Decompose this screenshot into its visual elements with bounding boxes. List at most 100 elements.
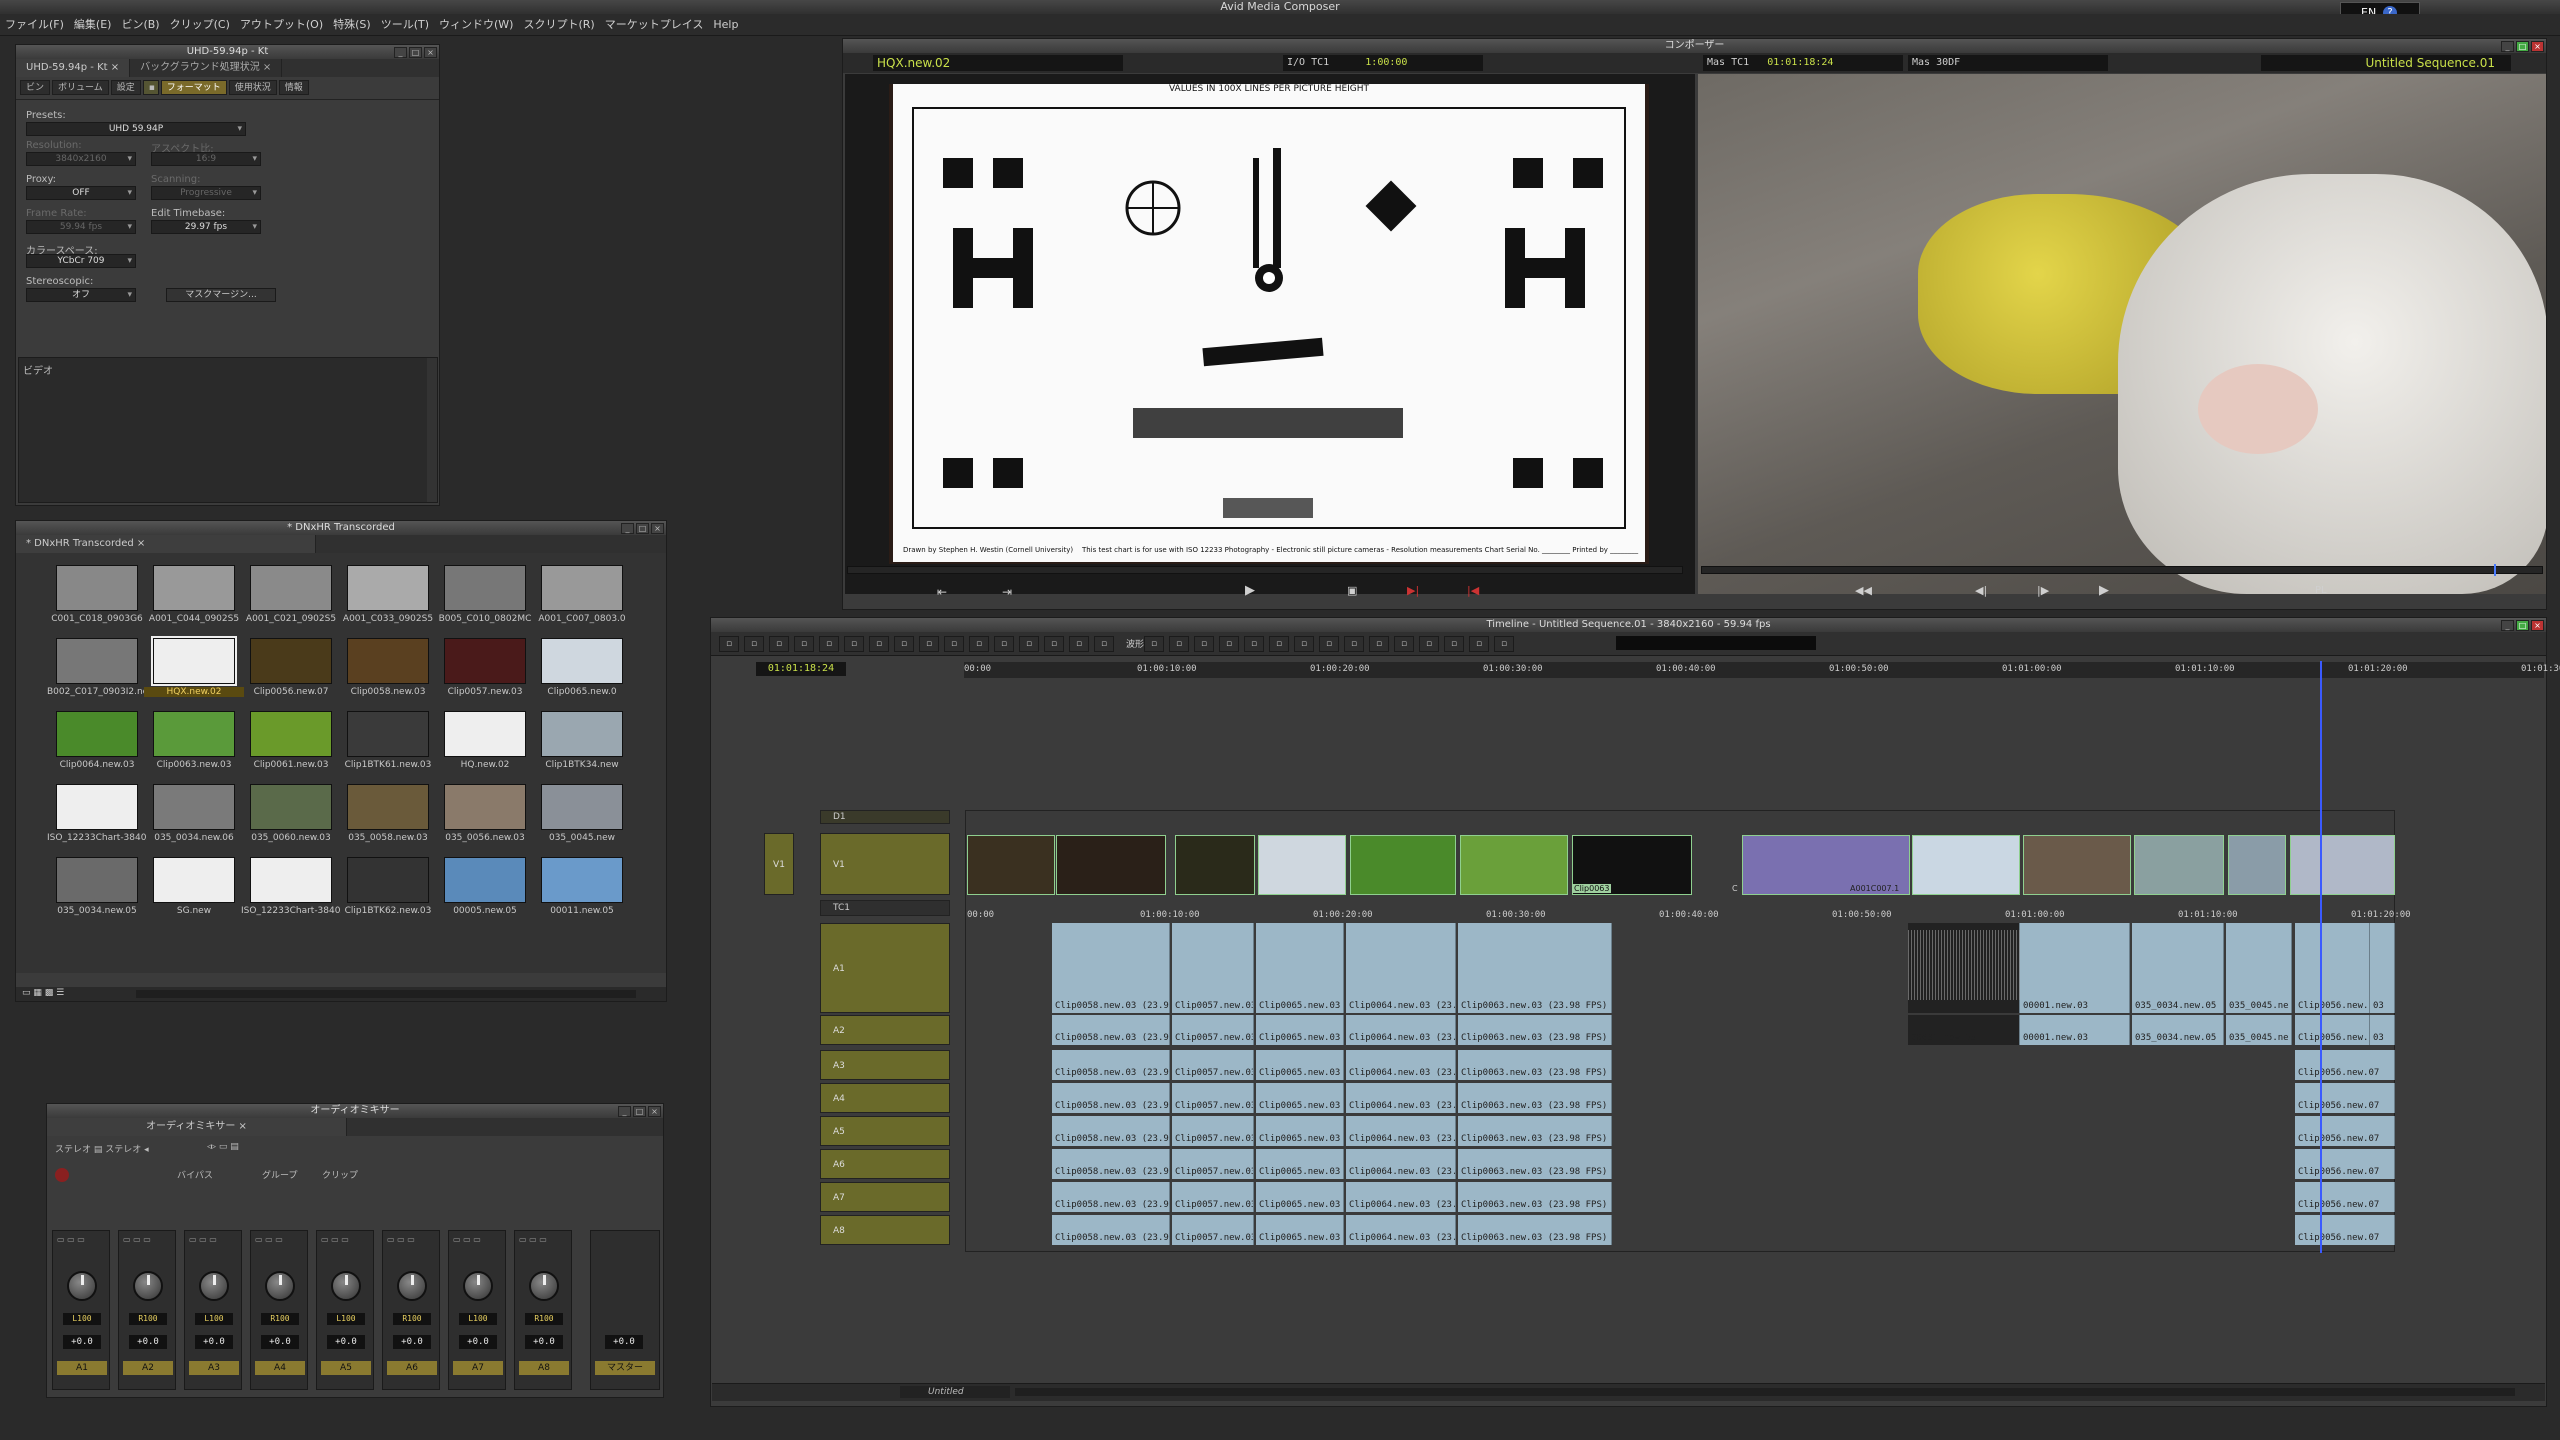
tab-project[interactable]: UHD-59.94p - Kt ×	[16, 59, 131, 77]
pan-knob[interactable]	[529, 1271, 559, 1301]
sequence-name[interactable]: Untitled Sequence.01	[2261, 55, 2511, 71]
timeline-tool-icon[interactable]: ▫	[1069, 636, 1089, 652]
bin-clip-thumbnail[interactable]	[541, 638, 623, 684]
timeline-tool-icon[interactable]: ▫	[1319, 636, 1339, 652]
audio-clip[interactable]: Clip0057.new.03	[1172, 1050, 1254, 1080]
minimize-icon[interactable]: _	[618, 1106, 631, 1117]
volume-value[interactable]: +0.0	[63, 1335, 101, 1349]
track-header-audio[interactable]: A5	[820, 1116, 950, 1146]
record-monitor[interactable]	[1698, 74, 2546, 594]
audio-clip[interactable]: Clip0065.new.03 (2	[1256, 1015, 1344, 1045]
menu-item[interactable]: 特殊(S)	[328, 14, 376, 36]
maximize-icon[interactable]: □	[409, 47, 422, 58]
timeline-tool-icon[interactable]: ▫	[1444, 636, 1464, 652]
volume-value[interactable]: +0.0	[261, 1335, 299, 1349]
track-header-audio[interactable]: A8	[820, 1215, 950, 1245]
close-icon[interactable]: ×	[651, 523, 664, 534]
menu-item[interactable]: Help	[708, 14, 743, 36]
subtab-format[interactable]: フォーマット	[160, 80, 227, 95]
audio-clip[interactable]: Clip0064.new.03 (23.98 FPS)	[1346, 1182, 1456, 1212]
timeline-current-tc[interactable]: 01:01:18:24	[756, 662, 846, 676]
audio-clip[interactable]: Clip0063.new.03 (23.98 FPS)	[1458, 923, 1612, 1013]
audio-clip[interactable]: Clip0056.new.07	[2295, 1116, 2395, 1146]
lift-icon[interactable]: |◀	[1467, 584, 1479, 597]
subtab-bin[interactable]: ビン	[20, 80, 51, 95]
audio-clip[interactable]: Clip0065.new.03 (2	[1256, 1182, 1344, 1212]
scrollbar[interactable]	[427, 358, 437, 502]
timeline-tool-icon[interactable]: ▫	[794, 636, 814, 652]
bin-clip-thumbnail[interactable]	[347, 711, 429, 757]
subtab-info[interactable]: 情報	[278, 80, 309, 95]
audio-clip[interactable]: Clip0065.new.03 (2	[1256, 1215, 1344, 1245]
v1-clip[interactable]	[2228, 835, 2286, 895]
pan-knob[interactable]	[265, 1271, 295, 1301]
bin-clip-thumbnail[interactable]	[541, 857, 623, 903]
bin-clip-thumbnail[interactable]	[347, 857, 429, 903]
volume-value[interactable]: +0.0	[327, 1335, 365, 1349]
maximize-icon[interactable]: □	[633, 1106, 646, 1117]
track-selector-v1[interactable]: V1	[764, 833, 794, 895]
record-timecode-2[interactable]: Mas 30DF	[1908, 55, 2108, 71]
track-header-tc1[interactable]: TC1	[820, 900, 950, 916]
track-header-audio[interactable]: A1	[820, 923, 950, 1013]
bin-clip-thumbnail[interactable]	[56, 638, 138, 684]
timeline-tool-icon[interactable]: ▫	[1294, 636, 1314, 652]
track-header-audio[interactable]: A6	[820, 1149, 950, 1179]
tab-mixer[interactable]: オーディオミキサー ×	[47, 1118, 347, 1136]
pan-knob[interactable]	[67, 1271, 97, 1301]
track-header-v1[interactable]: V1	[820, 833, 950, 895]
menu-item[interactable]: スクリプト(R)	[518, 14, 599, 36]
close-icon[interactable]: ×	[424, 47, 437, 58]
track-header-audio[interactable]: A7	[820, 1182, 950, 1212]
proxy-dropdown[interactable]: OFF	[26, 186, 136, 200]
channel-buttons[interactable]: ▭ ▭ ▭	[519, 1235, 547, 1244]
audio-clip[interactable]: Clip0063.new.03 (23.98 FPS)	[1458, 1182, 1612, 1212]
audio-clip[interactable]: 035_0045.ne	[2226, 923, 2292, 1013]
timeline-tool-icon[interactable]: ▫	[994, 636, 1014, 652]
timeline-tool-icon[interactable]: ▫	[1419, 636, 1439, 652]
menu-item[interactable]: クリップ(C)	[165, 14, 235, 36]
audio-clip[interactable]: 035_0045.ne	[2226, 1015, 2292, 1045]
bin-view-icons[interactable]: ▭ ▦ ▩ ☰	[22, 988, 64, 998]
audio-clip[interactable]: 03	[2370, 923, 2395, 1013]
maximize-icon[interactable]: □	[2516, 620, 2529, 631]
bin-clip-thumbnail[interactable]	[151, 636, 237, 686]
v1-clip[interactable]	[1175, 835, 1255, 895]
v1-clip[interactable]	[2134, 835, 2224, 895]
bin-clip-thumbnail[interactable]	[541, 565, 623, 611]
bin-clip-thumbnail[interactable]	[444, 711, 526, 757]
timeline-tool-icon[interactable]: ▫	[719, 636, 739, 652]
audio-clip[interactable]: Clip0063.new.03 (23.98 FPS)	[1458, 1015, 1612, 1045]
audio-clip[interactable]: Clip0065.new.03 (2	[1256, 1083, 1344, 1113]
mixer-clip[interactable]: クリップ	[322, 1168, 358, 1181]
close-icon[interactable]: ×	[648, 1106, 661, 1117]
source-monitor[interactable]: VALUES IN 100X LINES PER PICTURE HEIGHT	[845, 74, 1695, 594]
audio-clip[interactable]: Clip0058.new.03 (23.98 F	[1052, 1182, 1170, 1212]
timeline-tool-icon[interactable]: ▫	[1369, 636, 1389, 652]
mixer-group[interactable]: グループ	[262, 1168, 297, 1181]
subtab-color-icon[interactable]: ▪	[142, 80, 159, 95]
subtab-settings[interactable]: 設定	[110, 80, 141, 95]
source-timecode[interactable]: I/O TC1 1:00:00	[1283, 55, 1483, 71]
timeline-tool-icon[interactable]: ▫	[894, 636, 914, 652]
pan-knob[interactable]	[463, 1271, 493, 1301]
timeline-tool-icon[interactable]: ▫	[1344, 636, 1364, 652]
bin-clip-thumbnail[interactable]	[56, 711, 138, 757]
bin-clip-thumbnail[interactable]	[56, 565, 138, 611]
audio-clip[interactable]: Clip0056.new.07	[2295, 1215, 2395, 1245]
track-header-audio[interactable]: A2	[820, 1015, 950, 1045]
audio-clip[interactable]: Clip0057.new.03	[1172, 1182, 1254, 1212]
menu-item[interactable]: アウトプット(O)	[235, 14, 328, 36]
audio-clip[interactable]: Clip0064.new.03 (23.98 FPS)	[1346, 1149, 1456, 1179]
menu-item[interactable]: ビン(B)	[116, 14, 164, 36]
timeline-tool-icon[interactable]: ▫	[1269, 636, 1289, 652]
pan-knob[interactable]	[331, 1271, 361, 1301]
audio-clip[interactable]: 035_0034.new.05	[2132, 1015, 2224, 1045]
audio-clip[interactable]: Clip0063.new.03 (23.98 FPS)	[1458, 1050, 1612, 1080]
timeline-tool-icon[interactable]: ▫	[769, 636, 789, 652]
audio-clip[interactable]: Clip0056.new.07	[2295, 1149, 2395, 1179]
audio-clip[interactable]: Clip0063.new.03 (23.98 FPS)	[1458, 1149, 1612, 1179]
bin-clip-thumbnail[interactable]	[250, 857, 332, 903]
pan-knob[interactable]	[199, 1271, 229, 1301]
bin-clip-thumbnail[interactable]	[250, 784, 332, 830]
